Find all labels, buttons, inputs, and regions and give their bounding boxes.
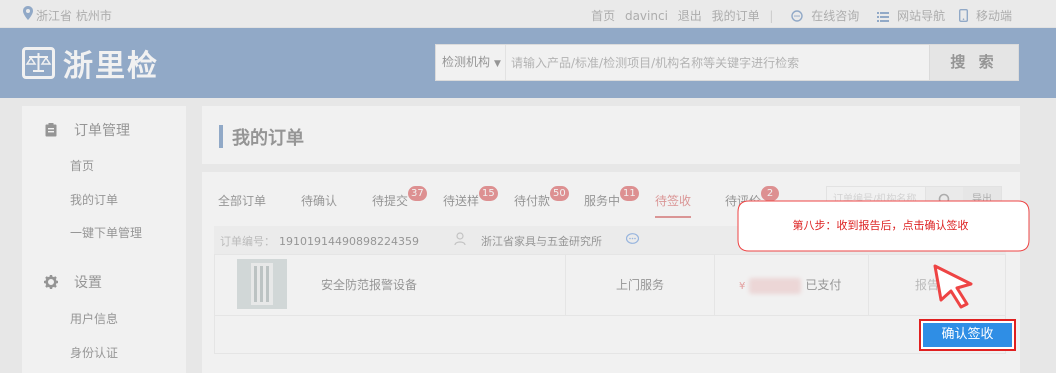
order-number-value: 19101914490898224359: [279, 235, 419, 248]
tab-to-pay[interactable]: 待付款 50: [514, 186, 569, 209]
sidebar-section-orders: 订单管理: [44, 120, 130, 140]
search-category-label: 检测机构: [442, 55, 491, 69]
tab-to-send-sample[interactable]: 待送样 15: [443, 186, 498, 209]
mobile-link[interactable]: 移动端: [958, 9, 1012, 23]
chat-bubble-icon: [791, 10, 803, 22]
tab-label: 待签收: [655, 194, 692, 208]
count-badge: 15: [479, 186, 498, 201]
search-category-select[interactable]: 检测机构 ▼: [436, 45, 506, 80]
site-logo[interactable]: 浙里检: [22, 46, 159, 84]
page-title-panel: 我的订单: [202, 106, 1020, 164]
sidebar-item-quick-order[interactable]: 一键下单管理: [70, 224, 142, 241]
search-bar: 检测机构▼ 搜 索: [435, 44, 1019, 81]
callout-text: 第八步：收到报告后，点击确认签收: [792, 219, 969, 232]
tab-label: 待确认: [301, 194, 338, 208]
tab-label: 全部订单: [218, 194, 267, 208]
logo-text: 浙里检: [63, 49, 159, 84]
sidebar-item-user-info[interactable]: 用户信息: [70, 310, 118, 327]
tab-to-submit[interactable]: 待提交 37: [372, 186, 427, 209]
mobile-phone-icon: [958, 9, 968, 22]
cursor-arrow-icon: [933, 264, 973, 309]
site-nav-link[interactable]: 网站导航: [877, 9, 949, 23]
confirm-sign-button[interactable]: 确认签收: [923, 323, 1012, 347]
logout-link[interactable]: 退出: [678, 9, 702, 23]
top-bar: 浙江省 杭州市 首页 davinci 退出 我的订单 | 在线咨询 网站导航 移…: [0, 0, 1056, 28]
sidebar-section-title: 订单管理: [74, 123, 130, 139]
sidebar-item-identity[interactable]: 身份认证: [70, 344, 118, 361]
institution-name[interactable]: 浙江省家具与五金研究所: [481, 233, 602, 249]
service-type: 上门服务: [565, 255, 715, 315]
online-consult-label: 在线咨询: [811, 9, 860, 23]
username-link[interactable]: davinci: [625, 9, 668, 23]
tab-label: 服务中: [584, 194, 621, 208]
sidebar-section-title: 设置: [74, 275, 102, 291]
count-badge: 37: [408, 186, 427, 201]
top-links: 首页 davinci 退出 我的订单 | 在线咨询 网站导航 移动端: [585, 7, 1012, 24]
search-input[interactable]: [508, 45, 926, 80]
online-consult-link[interactable]: 在线咨询: [791, 9, 863, 23]
order-actions: [214, 316, 1006, 354]
product-name: 安全防范报警设备: [321, 278, 418, 292]
tab-to-sign[interactable]: 待签收: [655, 192, 692, 218]
sidebar-item-home[interactable]: 首页: [70, 157, 94, 174]
divider: |: [769, 9, 774, 23]
tab-in-service[interactable]: 服务中 11: [584, 186, 639, 209]
title-accent-bar: [219, 125, 223, 148]
tab-label: 待提交: [372, 194, 409, 208]
person-icon: [454, 232, 466, 246]
tab-all[interactable]: 全部订单: [218, 192, 266, 209]
count-badge: 11: [620, 186, 639, 201]
list-icon: [877, 12, 890, 22]
order-number: 订单编号： 19101914490898224359: [220, 233, 419, 249]
order-row: 安全防范报警设备 上门服务 ¥ 已支付 报告: [214, 254, 1006, 316]
location-label[interactable]: 浙江省 杭州市: [36, 7, 112, 24]
price-cell: ¥ 已支付: [715, 255, 869, 315]
count-badge: 50: [550, 186, 569, 201]
order-number-label: 订单编号：: [220, 235, 275, 248]
tab-to-confirm[interactable]: 待确认: [301, 192, 337, 209]
tab-label: 待付款: [514, 194, 551, 208]
currency-symbol: ¥: [739, 281, 746, 292]
tab-label: 待送样: [443, 194, 480, 208]
sidebar-section-settings: 设置: [44, 272, 102, 292]
chat-icon[interactable]: [626, 233, 639, 245]
site-nav-label: 网站导航: [897, 9, 946, 23]
scale-logo-icon: [22, 47, 55, 79]
count-badge: 2: [761, 186, 779, 201]
redacted-amount: [749, 277, 802, 294]
gear-icon: [44, 275, 58, 289]
site-header: 浙里检 检测机构▼ 搜 索: [0, 28, 1056, 98]
sidebar: 订单管理 首页 我的订单 一键下单管理 设置 用户信息 身份认证: [22, 106, 186, 373]
home-link[interactable]: 首页: [591, 9, 615, 23]
caret-down-icon: ▼: [494, 59, 501, 69]
highlight-box: 确认签收: [919, 319, 1016, 351]
active-tab-underline: [655, 216, 692, 218]
product-thumbnail[interactable]: [237, 259, 287, 309]
mobile-label: 移动端: [975, 9, 1012, 23]
my-orders-link[interactable]: 我的订单: [712, 9, 760, 23]
sidebar-item-my-orders[interactable]: 我的订单: [70, 191, 118, 208]
tutorial-callout: 第八步：收到报告后，点击确认签收: [737, 200, 1030, 252]
search-button[interactable]: 搜 索: [929, 45, 1018, 80]
location-pin-icon: [23, 6, 33, 20]
clipboard-icon: [45, 123, 57, 137]
page-title: 我的订单: [232, 128, 304, 149]
payment-status: 已支付: [805, 278, 842, 292]
